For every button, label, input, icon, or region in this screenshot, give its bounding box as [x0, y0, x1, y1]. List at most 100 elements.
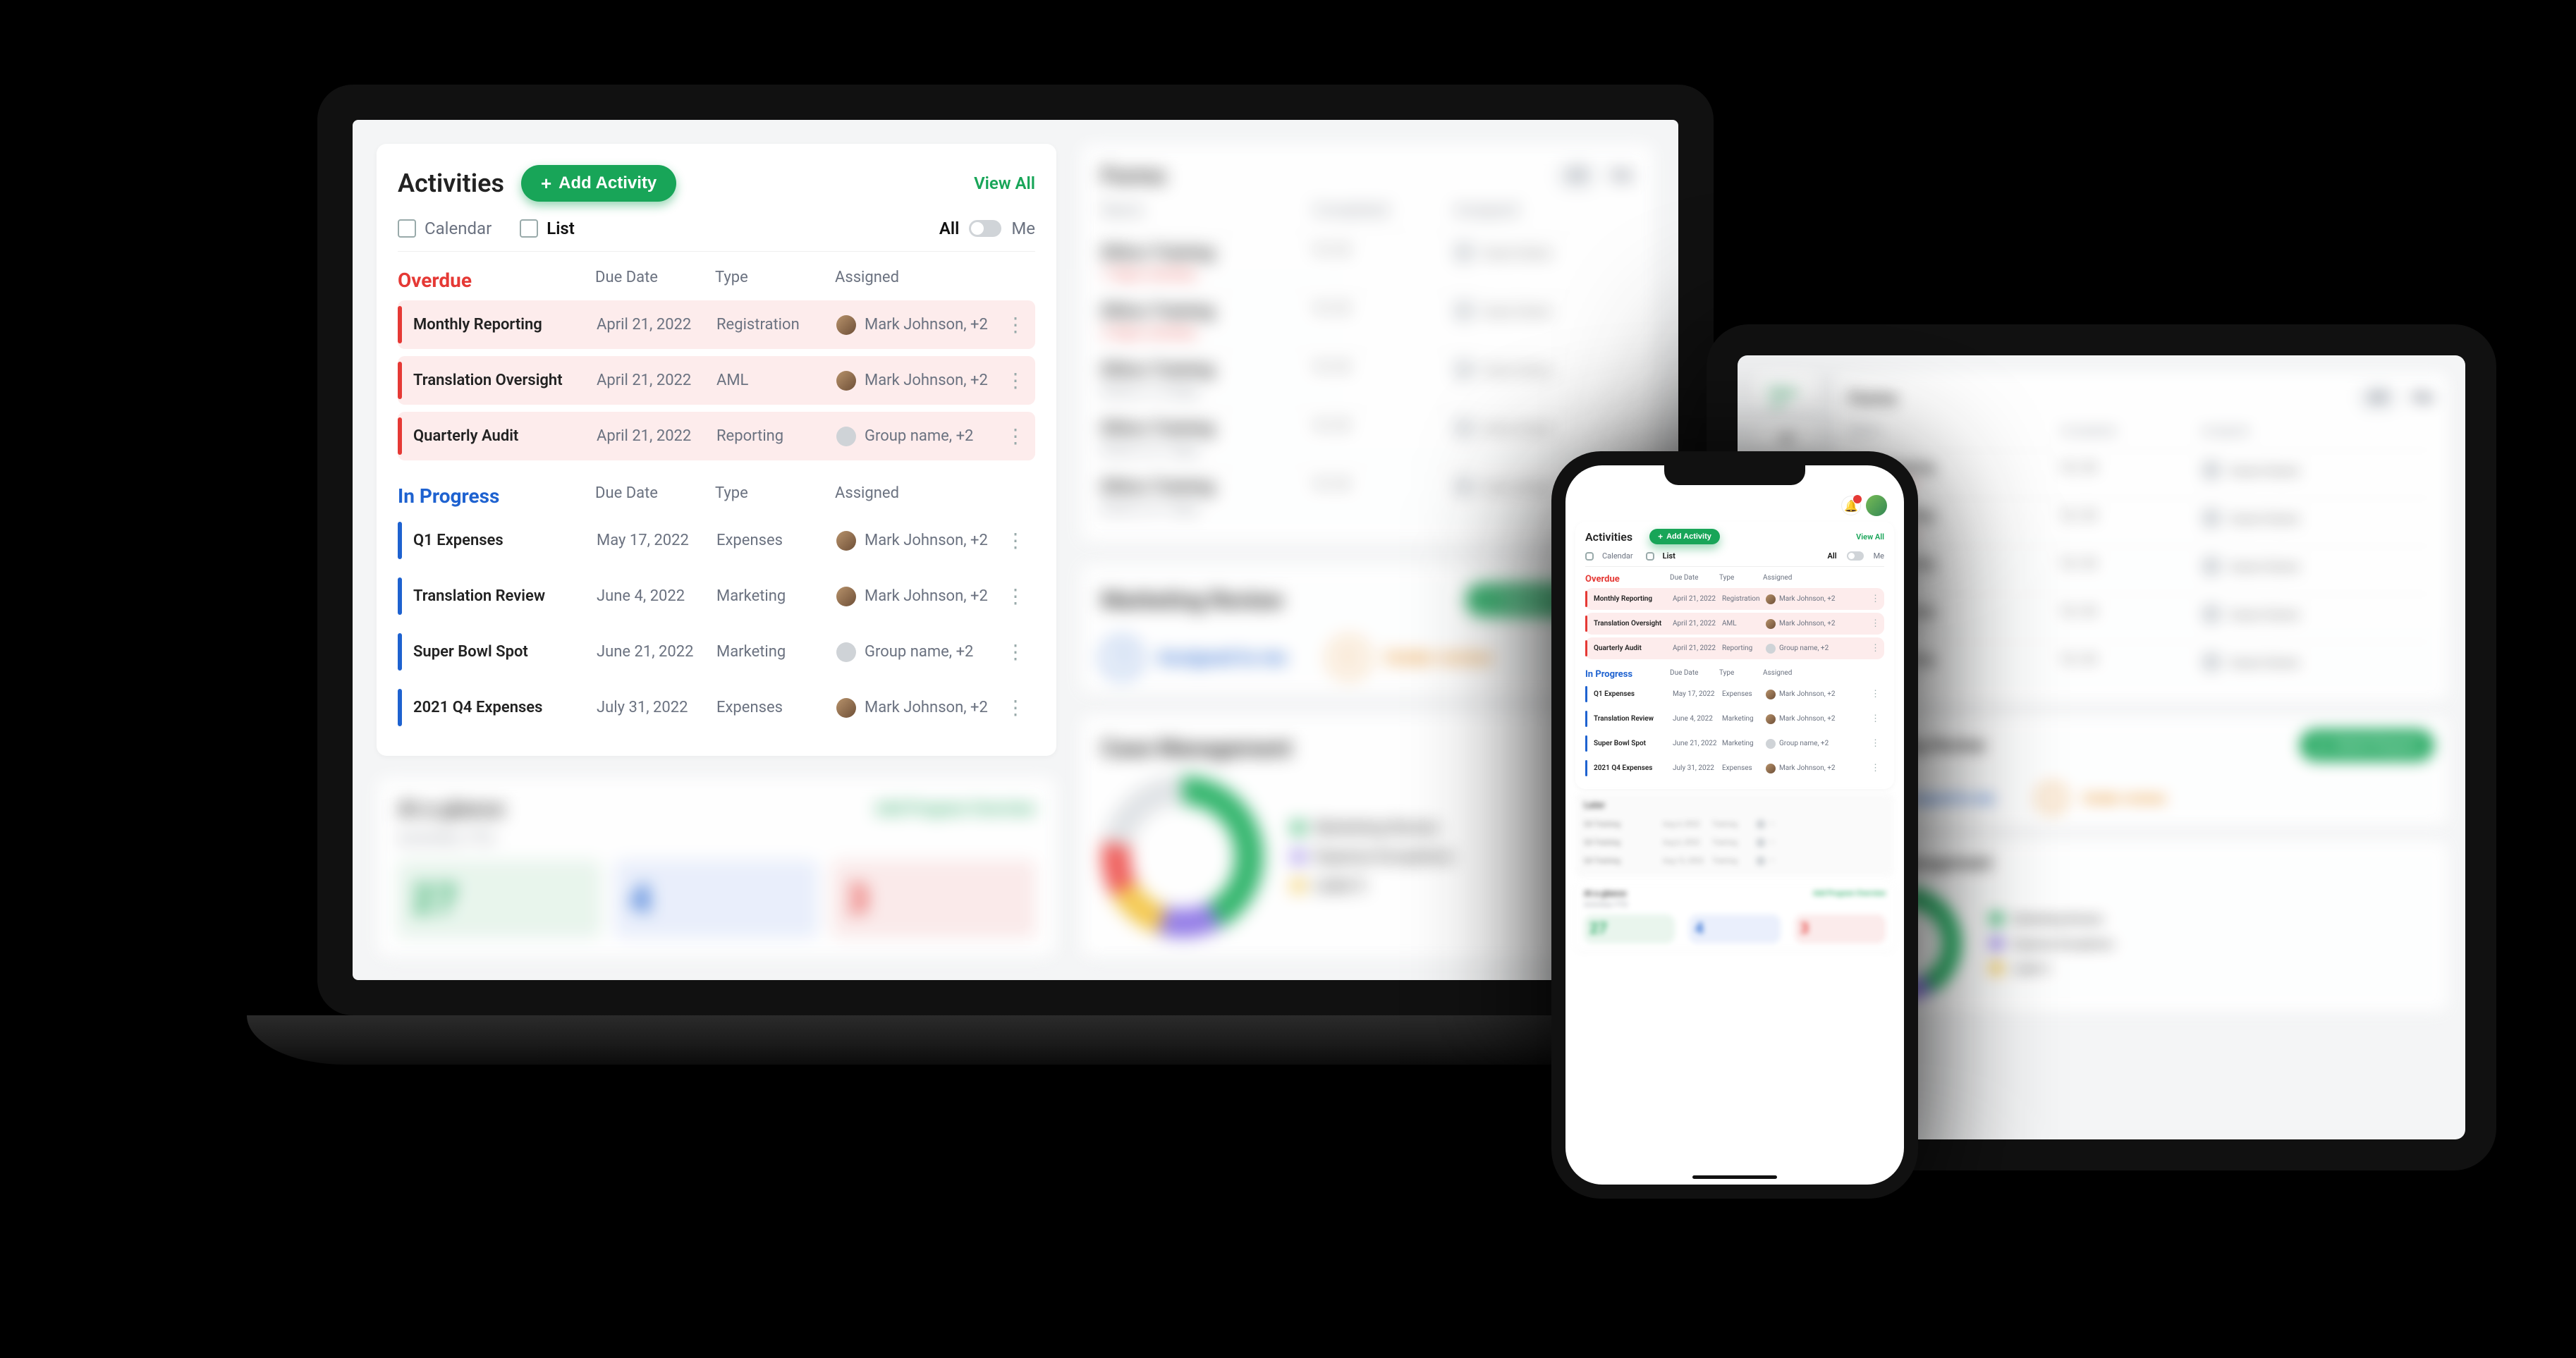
more-icon[interactable]: ⋮ [1006, 585, 1025, 608]
inprogress-label: In Progress [398, 484, 595, 508]
avatar-icon [1766, 594, 1776, 604]
activity-row[interactable]: Translation Oversight April 21, 2022 AML… [398, 356, 1035, 405]
home-indicator[interactable] [1692, 1175, 1777, 1179]
form-row[interactable]: Ethics TrainingEnds in 14 days 16 / 24 S… [1849, 546, 2434, 594]
add-activity-button[interactable]: + Add Activity [1649, 529, 1720, 544]
activity-name: Translation Review [413, 587, 597, 605]
avatar-icon [836, 531, 856, 551]
more-icon[interactable]: ⋮ [1871, 738, 1880, 749]
more-icon[interactable]: ⋮ [1006, 424, 1025, 448]
form-row[interactable]: Ethics TrainingEnds in 21 days 16 / 24 S… [1101, 408, 1633, 466]
activities-title: Activities [398, 169, 504, 198]
activity-date: June 21, 2022 [1673, 740, 1722, 747]
activity-row[interactable]: Q1 Expenses May 17, 2022 Expenses Mark J… [1585, 683, 1884, 705]
activity-row[interactable]: Q1 Expenses May 17, 2022 Expenses Mark J… [398, 516, 1035, 565]
more-icon[interactable]: ⋮ [1871, 594, 1880, 604]
forms-chip-me[interactable]: Me [1611, 167, 1633, 185]
forms-chip-all[interactable]: All [1556, 163, 1597, 189]
glance-box-overdue: 3 [832, 860, 1035, 938]
more-icon[interactable]: ⋮ [1006, 696, 1025, 719]
activity-date: April 21, 2022 [1673, 620, 1722, 628]
filter-toggle[interactable] [969, 220, 1001, 237]
activity-assigned: Group name, +2 [1766, 739, 1836, 749]
form-row[interactable]: Ethics TrainingEnds in 14 days 16 / 24 S… [1101, 349, 1633, 408]
tab-calendar[interactable]: Calendar [398, 219, 492, 238]
activity-date: May 17, 2022 [1673, 690, 1722, 698]
submit-request-button[interactable]: +Submit Request [2300, 729, 2434, 761]
activity-type: Expenses [1722, 764, 1766, 772]
activity-row[interactable]: Translation Review June 4, 2022 Marketin… [1585, 708, 1884, 730]
plus-icon: + [1482, 591, 1492, 609]
notification-bell-icon[interactable]: 🔔 [1842, 496, 1860, 515]
activity-row[interactable]: Quarterly Audit April 21, 2022 Reporting… [1585, 637, 1884, 659]
activity-assigned: Mark Johnson, +2 [836, 315, 1006, 335]
form-row[interactable]: Ethics Training7 days overdue 16 / 24 Su… [1849, 450, 2434, 498]
activity-name: Translation Oversight [413, 372, 597, 389]
add-activity-button[interactable]: + Add Activity [521, 165, 676, 202]
filter-toggle[interactable] [1847, 551, 1864, 561]
activity-row[interactable]: Super Bowl Spot June 21, 2022 Marketing … [398, 628, 1035, 676]
tab-list[interactable]: List [1646, 551, 1675, 561]
filter-me[interactable]: Me [1011, 219, 1035, 238]
activity-row[interactable]: Quarterly Audit April 21, 2022 Reporting… [398, 412, 1035, 460]
activity-date: June 4, 2022 [597, 587, 716, 605]
form-row[interactable]: Ethics Training3 days overdue 16 / 24 Su… [1101, 290, 1633, 349]
more-icon[interactable]: ⋮ [1871, 689, 1880, 699]
avatar-icon [2202, 508, 2221, 528]
form-row[interactable]: Ethics Training3 days overdue 16 / 24 Su… [1849, 498, 2434, 546]
form-row[interactable]: Ethics TrainingEnds in 21 days 16 / 24 S… [1849, 642, 2434, 690]
avatar-icon [836, 698, 856, 718]
filter-all[interactable]: All [939, 219, 960, 238]
activity-name: Monthly Reporting [1594, 595, 1673, 603]
more-icon[interactable]: ⋮ [1871, 714, 1880, 724]
activity-type: Marketing [1722, 715, 1766, 723]
glance-link[interactable]: Add Program Overview [876, 800, 1035, 818]
activity-row[interactable]: 2021 Q4 Expenses July 31, 2022 Expenses … [1585, 757, 1884, 779]
avatar-icon [2202, 556, 2221, 576]
avatar-icon [1756, 819, 1766, 829]
tab-list[interactable]: List [520, 219, 575, 238]
more-icon[interactable]: ⋮ [1871, 618, 1880, 629]
at-a-glance-card: At a glance Add Program Overview Activit… [377, 777, 1056, 958]
more-icon[interactable]: ⋮ [1871, 763, 1880, 773]
activity-assigned: Mark Johnson, +2 [836, 698, 1006, 718]
activity-row[interactable]: Super Bowl Spot June 21, 2022 Marketing … [1585, 733, 1884, 754]
activity-row[interactable]: Monthly Reporting April 21, 2022 Registr… [1585, 588, 1884, 610]
avatar-icon [1766, 619, 1776, 629]
later-row[interactable]: Q4 Training Aug 4, 2022 Training — [1584, 815, 1886, 833]
activity-date: April 21, 2022 [597, 316, 716, 334]
activities-filter: All Me [939, 219, 1035, 238]
avatar-icon [836, 642, 856, 662]
more-icon[interactable]: ⋮ [1871, 643, 1880, 654]
activity-row[interactable]: Translation Review June 4, 2022 Marketin… [398, 572, 1035, 620]
activity-row[interactable]: 2021 Q4 Expenses July 31, 2022 Expenses … [398, 683, 1035, 732]
activity-row[interactable]: Monthly Reporting April 21, 2022 Registr… [398, 300, 1035, 349]
later-row[interactable]: Q4 Training Aug 6, 2022 Training — [1584, 833, 1886, 852]
user-avatar[interactable] [1866, 495, 1887, 516]
more-icon[interactable]: ⋮ [1006, 640, 1025, 663]
activity-name: Quarterly Audit [1594, 644, 1673, 652]
tab-calendar[interactable]: Calendar [1585, 551, 1633, 561]
plus-icon: + [1658, 532, 1663, 541]
form-row[interactable]: Ethics TrainingEnds in 21 days 16 / 24 S… [1849, 594, 2434, 642]
activity-assigned: Group name, +2 [1766, 644, 1836, 654]
more-icon[interactable]: ⋮ [1006, 369, 1025, 392]
activity-row[interactable]: Translation Oversight April 21, 2022 AML… [1585, 613, 1884, 635]
later-row[interactable]: Q4 Training Aug 12, 2022 Training — [1584, 852, 1886, 870]
activity-assigned: Mark Johnson, +2 [836, 531, 1006, 551]
avatar-icon [1766, 644, 1776, 654]
activity-date: May 17, 2022 [597, 532, 716, 549]
activity-assigned: Mark Johnson, +2 [836, 587, 1006, 606]
glance-box-inprogress: 4 [615, 860, 818, 938]
form-row[interactable]: Ethics Training7 days overdue 16 / 24 Su… [1101, 232, 1633, 290]
activity-type: Expenses [716, 699, 836, 716]
activity-type: Expenses [1722, 690, 1766, 698]
more-icon[interactable]: ⋮ [1006, 313, 1025, 336]
tab-list-label: List [547, 219, 575, 238]
avatar-icon [1454, 301, 1474, 321]
case-legend: Marketing Review Expense Exceptions Labe… [1292, 819, 1453, 895]
activity-type: Marketing [716, 643, 836, 661]
view-all-link[interactable]: View All [974, 173, 1035, 193]
tablet-filter: All Me [1754, 422, 1818, 450]
more-icon[interactable]: ⋮ [1006, 529, 1025, 552]
